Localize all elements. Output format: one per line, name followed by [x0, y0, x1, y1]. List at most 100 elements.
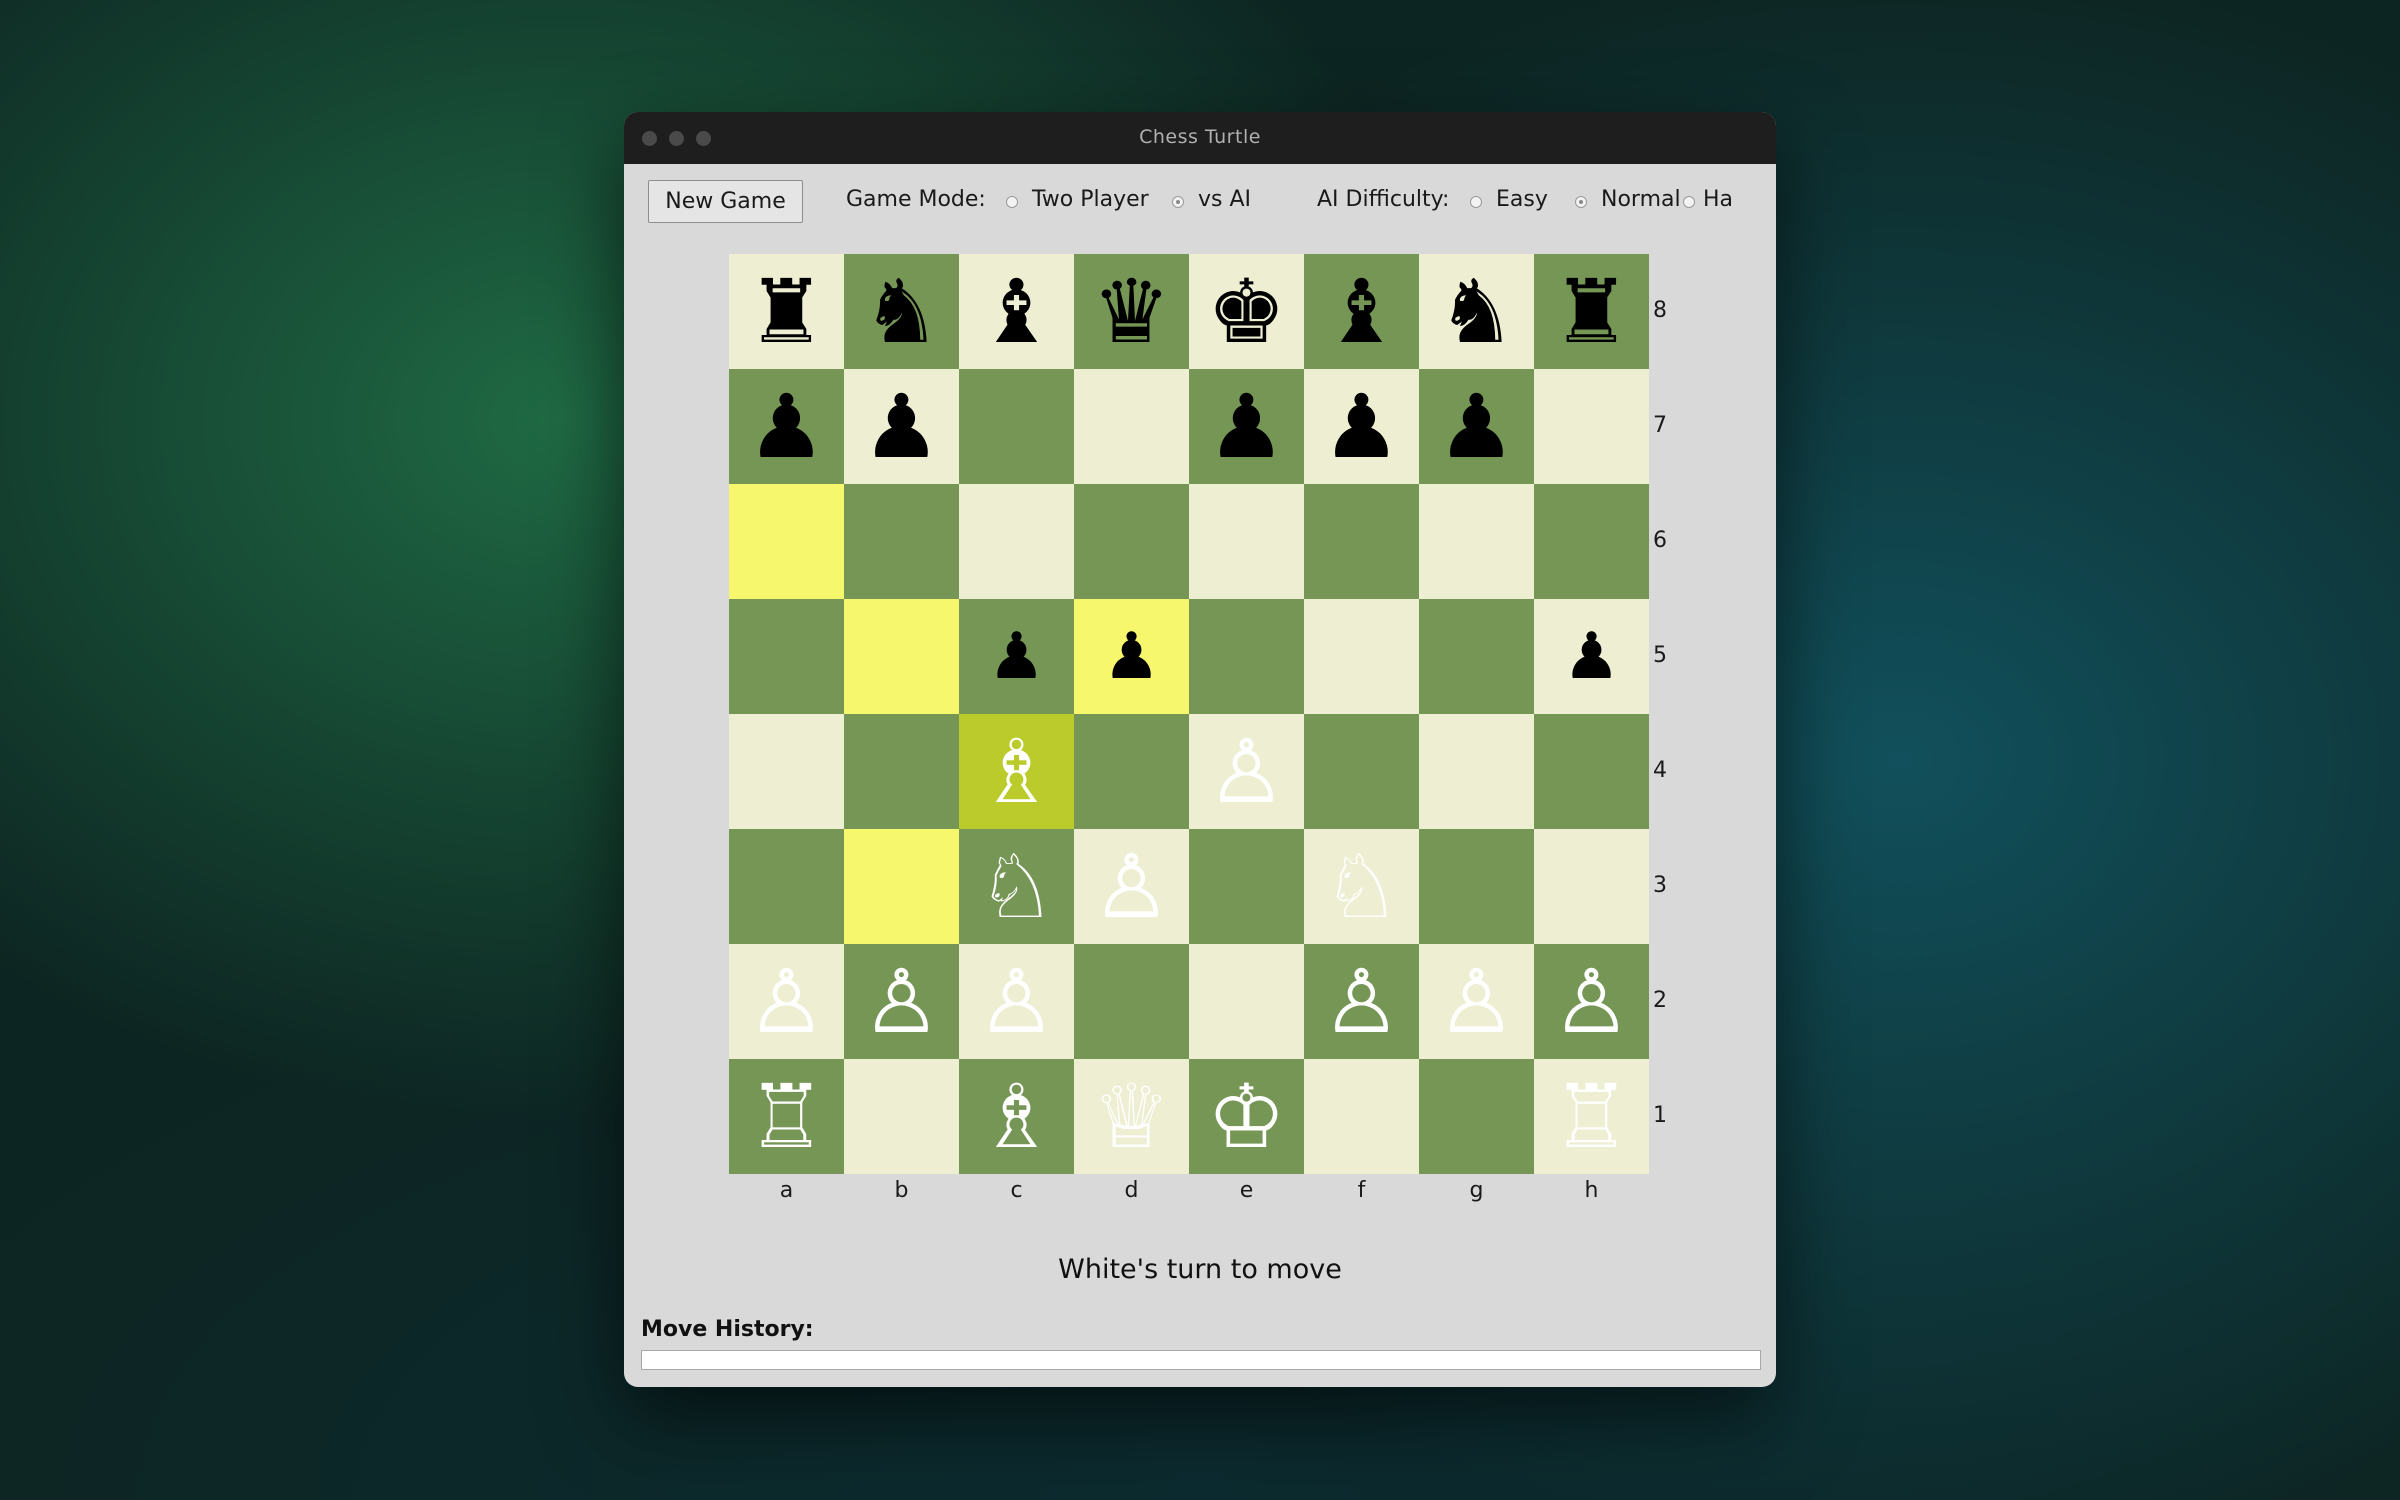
square-h4[interactable] [1534, 714, 1649, 829]
white-king-icon[interactable]: ♔ [1207, 1072, 1286, 1161]
square-d6[interactable] [1074, 484, 1189, 599]
square-c5[interactable]: ♟ [959, 599, 1074, 714]
white-bishop-icon[interactable]: ♗ [977, 727, 1056, 816]
black-pawn-icon[interactable]: ♟ [988, 625, 1045, 689]
new-game-button[interactable]: New Game [648, 180, 803, 223]
black-pawn-icon[interactable]: ♟ [1563, 625, 1620, 689]
title-bar[interactable]: Chess Turtle [624, 112, 1776, 164]
normal-label[interactable]: Normal [1601, 187, 1681, 212]
square-d8[interactable]: ♛ [1074, 254, 1189, 369]
square-b7[interactable]: ♟ [844, 369, 959, 484]
normal-radio[interactable] [1575, 196, 1587, 208]
square-g7[interactable]: ♟ [1419, 369, 1534, 484]
white-pawn-icon[interactable]: ♙ [1092, 842, 1171, 931]
square-f7[interactable]: ♟ [1304, 369, 1419, 484]
white-knight-icon[interactable]: ♘ [977, 842, 1056, 931]
square-g5[interactable] [1419, 599, 1534, 714]
square-f6[interactable] [1304, 484, 1419, 599]
square-a5[interactable] [729, 599, 844, 714]
square-e5[interactable] [1189, 599, 1304, 714]
square-a3[interactable] [729, 829, 844, 944]
square-f4[interactable] [1304, 714, 1419, 829]
white-pawn-icon[interactable]: ♙ [1322, 957, 1401, 1046]
square-g1[interactable] [1419, 1059, 1534, 1174]
move-history-list[interactable] [641, 1350, 1761, 1370]
square-e7[interactable]: ♟ [1189, 369, 1304, 484]
square-a4[interactable] [729, 714, 844, 829]
square-b3[interactable] [844, 829, 959, 944]
square-g8[interactable]: ♞ [1419, 254, 1534, 369]
square-f2[interactable]: ♙ [1304, 944, 1419, 1059]
square-c6[interactable] [959, 484, 1074, 599]
square-e2[interactable] [1189, 944, 1304, 1059]
square-b8[interactable]: ♞ [844, 254, 959, 369]
square-g4[interactable] [1419, 714, 1534, 829]
two-player-label[interactable]: Two Player [1032, 187, 1149, 212]
square-h2[interactable]: ♙ [1534, 944, 1649, 1059]
black-rook-icon[interactable]: ♜ [747, 267, 826, 356]
square-c1[interactable]: ♗ [959, 1059, 1074, 1174]
black-pawn-icon[interactable]: ♟ [1207, 382, 1286, 471]
white-queen-icon[interactable]: ♕ [1092, 1072, 1171, 1161]
white-knight-icon[interactable]: ♘ [1322, 842, 1401, 931]
square-c3[interactable]: ♘ [959, 829, 1074, 944]
square-h7[interactable] [1534, 369, 1649, 484]
square-d4[interactable] [1074, 714, 1189, 829]
two-player-radio[interactable] [1006, 196, 1018, 208]
black-pawn-icon[interactable]: ♟ [1103, 625, 1160, 689]
square-c2[interactable]: ♙ [959, 944, 1074, 1059]
square-c4[interactable]: ♗ [959, 714, 1074, 829]
square-f3[interactable]: ♘ [1304, 829, 1419, 944]
square-c8[interactable]: ♝ [959, 254, 1074, 369]
white-bishop-icon[interactable]: ♗ [977, 1072, 1056, 1161]
square-h8[interactable]: ♜ [1534, 254, 1649, 369]
vs-ai-radio[interactable] [1172, 196, 1184, 208]
white-rook-icon[interactable]: ♖ [1552, 1072, 1631, 1161]
square-a8[interactable]: ♜ [729, 254, 844, 369]
square-e3[interactable] [1189, 829, 1304, 944]
white-pawn-icon[interactable]: ♙ [1437, 957, 1516, 1046]
square-f5[interactable] [1304, 599, 1419, 714]
square-g6[interactable] [1419, 484, 1534, 599]
square-c7[interactable] [959, 369, 1074, 484]
black-pawn-icon[interactable]: ♟ [1437, 382, 1516, 471]
square-e4[interactable]: ♙ [1189, 714, 1304, 829]
square-b4[interactable] [844, 714, 959, 829]
black-queen-icon[interactable]: ♛ [1092, 267, 1171, 356]
black-pawn-icon[interactable]: ♟ [862, 382, 941, 471]
square-h6[interactable] [1534, 484, 1649, 599]
square-f1[interactable] [1304, 1059, 1419, 1174]
easy-radio[interactable] [1470, 196, 1482, 208]
black-knight-icon[interactable]: ♞ [1437, 267, 1516, 356]
square-b1[interactable] [844, 1059, 959, 1174]
black-knight-icon[interactable]: ♞ [862, 267, 941, 356]
black-bishop-icon[interactable]: ♝ [1322, 267, 1401, 356]
square-a6[interactable] [729, 484, 844, 599]
square-e6[interactable] [1189, 484, 1304, 599]
black-pawn-icon[interactable]: ♟ [1322, 382, 1401, 471]
square-d2[interactable] [1074, 944, 1189, 1059]
square-d5[interactable]: ♟ [1074, 599, 1189, 714]
hard-label[interactable]: Ha [1703, 187, 1733, 212]
white-pawn-icon[interactable]: ♙ [862, 957, 941, 1046]
square-e1[interactable]: ♔ [1189, 1059, 1304, 1174]
white-pawn-icon[interactable]: ♙ [747, 957, 826, 1046]
square-a7[interactable]: ♟ [729, 369, 844, 484]
vs-ai-label[interactable]: vs AI [1198, 187, 1251, 212]
square-b6[interactable] [844, 484, 959, 599]
black-bishop-icon[interactable]: ♝ [977, 267, 1056, 356]
white-pawn-icon[interactable]: ♙ [1207, 727, 1286, 816]
square-a1[interactable]: ♖ [729, 1059, 844, 1174]
white-pawn-icon[interactable]: ♙ [1552, 957, 1631, 1046]
square-h3[interactable] [1534, 829, 1649, 944]
black-king-icon[interactable]: ♚ [1207, 267, 1286, 356]
easy-label[interactable]: Easy [1496, 187, 1548, 212]
square-d3[interactable]: ♙ [1074, 829, 1189, 944]
square-g2[interactable]: ♙ [1419, 944, 1534, 1059]
white-pawn-icon[interactable]: ♙ [977, 957, 1056, 1046]
white-rook-icon[interactable]: ♖ [747, 1072, 826, 1161]
square-f8[interactable]: ♝ [1304, 254, 1419, 369]
hard-radio[interactable] [1683, 196, 1695, 208]
square-h5[interactable]: ♟ [1534, 599, 1649, 714]
square-g3[interactable] [1419, 829, 1534, 944]
